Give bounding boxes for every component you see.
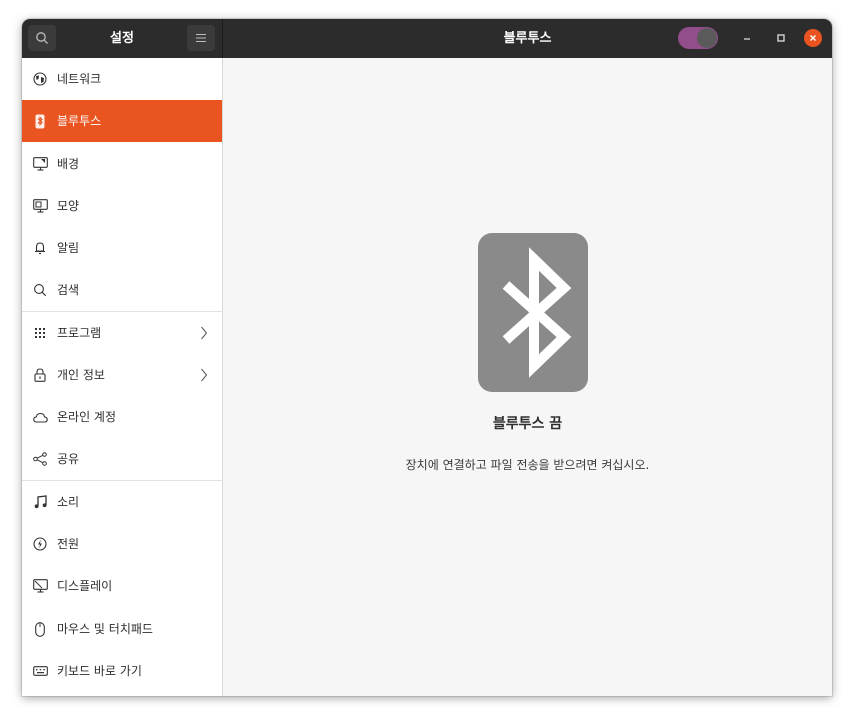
search-button[interactable]	[28, 25, 56, 51]
bluetooth-icon	[32, 113, 48, 129]
hamburger-menu-icon	[196, 34, 206, 42]
sidebar-item-notifications[interactable]: 알림	[22, 227, 222, 269]
bluetooth-off-title: 블루투스 끔	[492, 416, 563, 432]
sidebar-item-appearance[interactable]: 모양	[22, 185, 222, 227]
sidebar-item-label: 마우스 및 터치패드	[57, 622, 153, 636]
sidebar-item-label: 디스플레이	[57, 579, 113, 593]
power-icon	[32, 536, 48, 552]
lock-icon	[32, 367, 48, 383]
bell-icon	[32, 240, 48, 256]
sidebar-item-label: 키보드 바로 가기	[57, 664, 142, 678]
sidebar-item-network[interactable]: 네트워크	[22, 58, 222, 100]
close-button[interactable]	[804, 29, 822, 47]
bluetooth-icon	[478, 233, 588, 392]
sidebar-item-label: 소리	[57, 495, 80, 509]
sidebar-item-label: 개인 정보	[57, 368, 105, 382]
sidebar-item-label: 온라인 계정	[57, 410, 117, 424]
background-icon	[32, 156, 48, 172]
apps-grid-icon	[32, 325, 48, 341]
appearance-icon	[32, 198, 48, 214]
toggle-knob	[697, 28, 717, 48]
settings-window: 설정 블루투스 네트워크 블루투스 배경 모양 알림 검색 프로그램 개인 정보…	[22, 19, 832, 696]
sidebar-item-label: 전원	[57, 537, 80, 551]
sidebar-item-label: 모양	[57, 199, 80, 213]
sidebar-item-background[interactable]: 배경	[22, 143, 222, 185]
sidebar-item-label: 공유	[57, 452, 80, 466]
keyboard-icon	[32, 663, 48, 679]
sidebar-item-label: 프로그램	[57, 326, 102, 340]
music-note-icon	[32, 494, 48, 510]
sidebar-item-power[interactable]: 전원	[22, 523, 222, 565]
search-icon	[36, 32, 48, 44]
maximize-icon	[777, 34, 785, 42]
maximize-button[interactable]	[772, 29, 790, 47]
display-icon	[32, 578, 48, 594]
sidebar-item-label: 검색	[57, 283, 80, 297]
sidebar-item-sharing[interactable]: 공유	[22, 438, 222, 480]
bluetooth-toggle[interactable]	[678, 27, 718, 49]
cloud-icon	[32, 409, 48, 425]
minimize-button[interactable]	[738, 29, 756, 47]
bluetooth-off-description: 장치에 연결하고 파일 전송을 받으려면 켜십시오.	[405, 458, 650, 472]
sidebar-item-bluetooth[interactable]: 블루투스	[22, 100, 222, 142]
share-icon	[32, 451, 48, 467]
search-icon	[32, 282, 48, 298]
sidebar-item-keyboard-shortcuts[interactable]: 키보드 바로 가기	[22, 650, 222, 692]
sidebar: 네트워크 블루투스 배경 모양 알림 검색 프로그램 개인 정보 온라인 계정 …	[22, 58, 223, 696]
chevron-right-icon	[201, 368, 208, 382]
sidebar-item-display[interactable]: 디스플레이	[22, 565, 222, 607]
sidebar-item-label: 알림	[57, 241, 80, 255]
sidebar-item-privacy[interactable]: 개인 정보	[22, 354, 222, 396]
sidebar-header: 설정	[22, 19, 223, 58]
header-bar: 설정 블루투스	[22, 19, 832, 58]
close-icon	[810, 35, 816, 41]
mouse-icon	[32, 621, 48, 637]
sidebar-item-label: 블루투스	[57, 114, 102, 128]
sidebar-item-sound[interactable]: 소리	[22, 481, 222, 523]
sidebar-title: 설정	[110, 31, 134, 46]
menu-button[interactable]	[187, 25, 215, 51]
sidebar-item-mouse-touchpad[interactable]: 마우스 및 터치패드	[22, 608, 222, 650]
sidebar-item-online-accounts[interactable]: 온라인 계정	[22, 396, 222, 438]
network-icon	[32, 71, 48, 87]
sidebar-item-label: 네트워크	[57, 72, 102, 86]
minimize-icon	[744, 38, 750, 40]
sidebar-item-label: 배경	[57, 157, 80, 171]
sidebar-item-applications[interactable]: 프로그램	[22, 312, 222, 354]
sidebar-item-search[interactable]: 검색	[22, 269, 222, 311]
chevron-right-icon	[201, 326, 208, 340]
bluetooth-panel: 블루투스 끔 장치에 연결하고 파일 전송을 받으려면 켜십시오.	[223, 58, 832, 696]
